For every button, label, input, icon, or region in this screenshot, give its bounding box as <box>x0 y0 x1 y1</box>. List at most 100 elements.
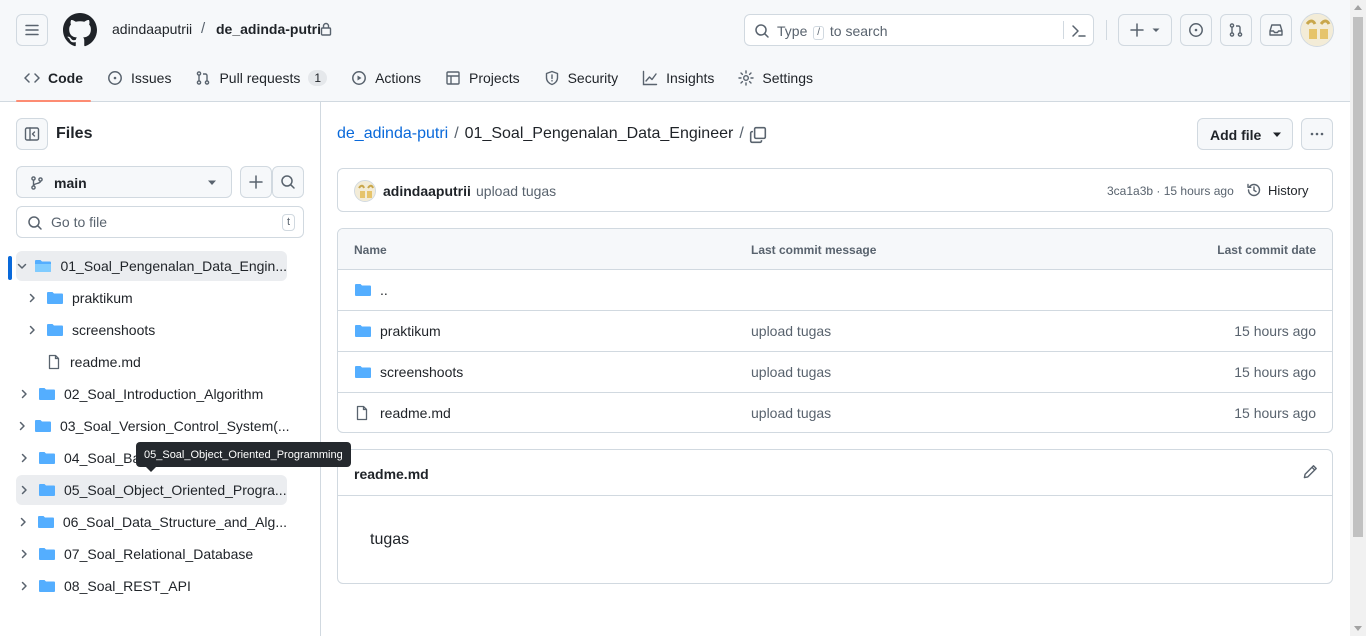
hamburger-icon <box>25 24 39 36</box>
tree-item-folder[interactable]: 05_Soal_Object_Oriented_Progra... <box>16 475 287 505</box>
commit-message-link[interactable]: upload tugas <box>751 364 831 380</box>
tree-item-folder[interactable]: 02_Soal_Introduction_Algorithm <box>16 379 287 409</box>
tree-item-folder[interactable]: 06_Soal_Data_Structure_and_Alg... <box>16 507 287 537</box>
tab-insights[interactable]: Insights <box>634 62 722 94</box>
search-input[interactable]: Type / to search <box>744 14 1094 46</box>
chevron-right-icon <box>29 325 35 335</box>
table-icon <box>446 71 460 85</box>
chevron-right-icon <box>21 581 27 591</box>
sidebar-title: Files <box>56 125 93 142</box>
tab-issues[interactable]: Issues <box>99 62 179 94</box>
file-name-link[interactable]: praktikum <box>380 323 441 339</box>
repo-nav-tabs: Code Issues Pull requests 1 Actions Proj… <box>16 62 829 102</box>
commit-date: 15 hours ago <box>1234 405 1316 421</box>
search-icon <box>755 24 769 38</box>
folder-icon <box>39 484 55 496</box>
commit-date: 15 hours ago <box>1234 323 1316 339</box>
chevron-right-icon <box>21 453 27 463</box>
breadcrumb-owner-link[interactable]: adindaaputrii <box>112 21 192 37</box>
sidebar-collapse-icon <box>24 127 40 141</box>
tree-item-folder[interactable]: 07_Soal_Relational_Database <box>16 539 287 569</box>
breadcrumb-repo-link[interactable]: de_adinda-putri <box>216 21 321 37</box>
pull-request-icon <box>197 71 210 85</box>
plus-icon <box>249 175 263 189</box>
commit-author-link[interactable]: adindaaputrii <box>383 183 471 199</box>
page-scrollbar[interactable] <box>1350 0 1366 636</box>
tab-projects[interactable]: Projects <box>437 62 528 94</box>
tree-item-folder[interactable]: 01_Soal_Pengenalan_Data_Engin... <box>16 251 287 281</box>
folder-icon <box>37 516 54 528</box>
issues-button[interactable] <box>1180 14 1212 46</box>
chevron-right-icon <box>19 421 25 431</box>
add-file-button[interactable]: Add file <box>1197 118 1293 150</box>
tree-item-file[interactable]: readme.md <box>24 347 287 377</box>
go-to-file-field[interactable]: t <box>16 206 304 238</box>
tab-security[interactable]: Security <box>536 62 627 94</box>
tab-pull-requests[interactable]: Pull requests 1 <box>187 62 335 94</box>
folder-icon <box>39 452 55 464</box>
file-icon <box>356 405 368 421</box>
branch-selector[interactable]: main <box>16 166 232 198</box>
table-row[interactable]: screenshoots upload tugas 15 hours ago <box>338 352 1332 393</box>
pull-requests-button[interactable] <box>1220 14 1252 46</box>
parent-directory-link[interactable]: .. <box>380 282 388 298</box>
scrollbar-thumb[interactable] <box>1353 17 1363 537</box>
caret-down-icon <box>1273 132 1281 137</box>
chevron-right-icon <box>21 485 27 495</box>
add-file-sidebar-button[interactable] <box>240 166 272 198</box>
header-divider <box>1106 20 1107 40</box>
inbox-button[interactable] <box>1260 14 1292 46</box>
plus-icon <box>1130 23 1144 37</box>
create-new-button[interactable] <box>1118 14 1172 46</box>
scroll-down-arrow-icon[interactable] <box>1354 626 1362 632</box>
file-listing-table: Name Last commit message Last commit dat… <box>337 228 1333 433</box>
history-button[interactable]: History <box>1246 182 1308 198</box>
table-row[interactable]: praktikum upload tugas 15 hours ago <box>338 311 1332 352</box>
tab-code[interactable]: Code <box>16 62 91 102</box>
file-name-link[interactable]: readme.md <box>380 405 451 421</box>
folder-icon <box>355 366 371 378</box>
tree-item-folder[interactable]: screenshoots <box>24 315 287 345</box>
tree-item-folder[interactable]: 03_Soal_Version_Control_System(... <box>16 411 290 441</box>
command-palette-icon[interactable] <box>1071 23 1087 39</box>
file-name-link[interactable]: screenshoots <box>380 364 463 380</box>
readme-header: readme.md <box>338 450 1332 496</box>
tab-settings[interactable]: Settings <box>730 62 821 94</box>
pencil-icon[interactable] <box>1302 464 1318 480</box>
chevron-right-icon <box>21 389 27 399</box>
commit-message-link[interactable]: upload tugas <box>751 323 831 339</box>
gear-icon <box>738 70 755 86</box>
column-header-message: Last commit message <box>751 243 877 257</box>
commit-author-avatar[interactable] <box>354 180 376 202</box>
menu-button[interactable] <box>16 14 48 46</box>
go-to-file-input[interactable] <box>51 213 271 231</box>
readme-title[interactable]: readme.md <box>354 466 429 482</box>
tab-actions[interactable]: Actions <box>343 62 429 94</box>
avatar-image-icon <box>355 181 375 201</box>
parent-directory-row[interactable]: .. <box>338 270 1332 311</box>
file-icon <box>48 354 60 370</box>
tree-item-folder[interactable]: praktikum <box>24 283 287 313</box>
app-header: adindaaputrii / de_adinda-putri Type / t… <box>0 0 1350 102</box>
shield-icon <box>545 70 558 86</box>
scroll-up-arrow-icon[interactable] <box>1354 4 1362 10</box>
issue-icon <box>1189 23 1203 37</box>
user-avatar[interactable] <box>1300 13 1334 47</box>
kebab-horizontal-icon <box>1310 132 1324 136</box>
more-options-button[interactable] <box>1301 118 1333 150</box>
github-logo-icon[interactable] <box>63 13 97 47</box>
collapse-sidebar-button[interactable] <box>16 118 48 150</box>
breadcrumb-separator: / <box>201 20 206 37</box>
commit-message-link[interactable]: upload tugas <box>751 405 831 421</box>
table-row[interactable]: readme.md upload tugas 15 hours ago <box>338 393 1332 432</box>
path-root-link[interactable]: de_adinda-putri <box>337 125 448 143</box>
commit-message-link[interactable]: upload tugas <box>476 183 556 199</box>
search-files-button[interactable] <box>272 166 304 198</box>
folder-icon <box>39 580 55 592</box>
folder-icon <box>47 292 63 304</box>
commit-sha-time[interactable]: 3ca1a3b · 15 hours ago <box>1107 184 1234 198</box>
copy-path-icon[interactable] <box>749 126 767 144</box>
tree-item-folder[interactable]: 08_Soal_REST_API <box>16 571 287 601</box>
lock-icon <box>320 22 332 36</box>
chevron-right-icon <box>21 517 27 527</box>
